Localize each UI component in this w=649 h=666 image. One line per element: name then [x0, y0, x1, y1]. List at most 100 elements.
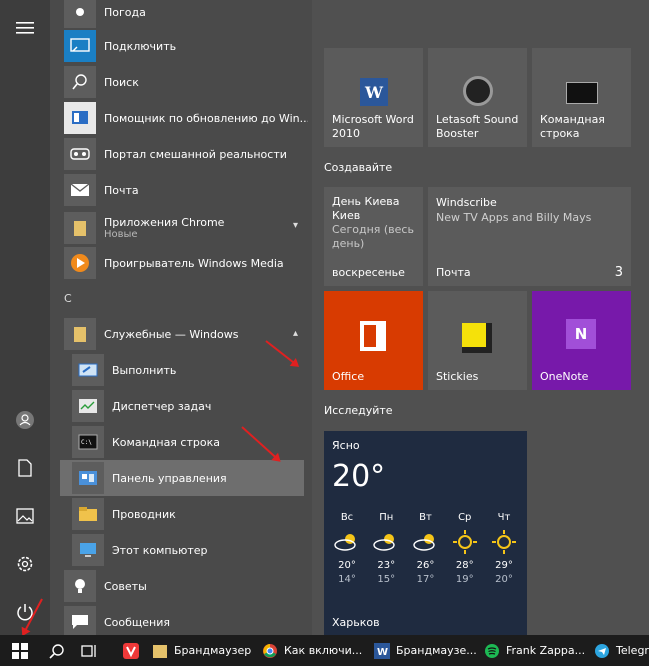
taskbar-label: Как включи... — [284, 644, 363, 657]
app-explorer[interactable]: Проводник — [72, 496, 308, 532]
settings-gear-icon[interactable] — [0, 544, 50, 584]
user-icon[interactable] — [0, 400, 50, 440]
connect-app-icon — [64, 30, 96, 62]
app-list: Погода Подключить Поиск Помощник по обно… — [50, 0, 312, 635]
partly-sunny-icon — [367, 525, 405, 559]
app-label: Проводник — [112, 507, 176, 521]
app-mail[interactable]: Почта — [64, 172, 308, 208]
app-search[interactable]: Поиск — [64, 64, 308, 100]
tile-letasoft-sound-booster[interactable]: Letasoft Sound Booster — [428, 48, 527, 147]
tile-onenote[interactable]: N OneNote — [532, 291, 631, 390]
taskbar-search-button[interactable] — [44, 635, 70, 666]
app-windows-media-player[interactable]: Проигрыватель Windows Media — [64, 245, 308, 281]
message-bubble-icon — [64, 606, 96, 635]
taskbar-label: Telegr — [616, 644, 649, 657]
forecast-high: 28° — [455, 560, 474, 571]
forecast-high: 26° — [416, 560, 435, 571]
tile-mail[interactable]: Windscribe New TV Apps and Billy Mays По… — [428, 187, 631, 286]
start-button[interactable] — [0, 635, 40, 666]
forecast-high: 23° — [377, 560, 396, 571]
app-pogoda[interactable]: Погода — [64, 0, 308, 30]
app-tips[interactable]: Советы — [64, 568, 308, 604]
search-icon — [49, 643, 64, 659]
app-mixed-reality[interactable]: Портал смешанной реальности — [64, 136, 308, 172]
tile-stickies[interactable]: Stickies — [428, 291, 527, 390]
forecast-day-name: Ср — [458, 512, 472, 523]
app-label: Сообщения — [104, 615, 171, 629]
app-label: Проигрыватель Windows Media — [104, 256, 284, 270]
search-app-icon — [64, 66, 96, 98]
tile-calendar[interactable]: День Киева Киев Сегодня (весь день) воск… — [324, 187, 423, 286]
chevron-up-icon[interactable]: ▴ — [293, 328, 298, 339]
mail-sender: Windscribe — [436, 196, 497, 209]
folder-label: Приложения Chrome — [104, 216, 225, 229]
tile-office[interactable]: Office — [324, 291, 423, 390]
mail-subject: New TV Apps and Billy Mays — [436, 211, 592, 224]
app-messages[interactable]: Сообщения — [64, 604, 308, 635]
computer-icon — [72, 534, 104, 566]
app-label: Поиск — [104, 75, 139, 89]
svg-text:W: W — [377, 647, 388, 658]
forecast-day: Ср 28° 19° — [446, 511, 484, 587]
taskbar-vivaldi[interactable] — [116, 635, 146, 666]
app-connect[interactable]: Подключить — [64, 28, 308, 64]
folder-icon — [153, 644, 167, 658]
task-view-button[interactable] — [76, 635, 102, 666]
task-manager-icon — [72, 390, 104, 422]
weather-temperature: 20° — [332, 459, 386, 494]
tile-microsoft-word[interactable]: W Microsoft Word 2010 — [324, 48, 423, 147]
app-label: Командная строка — [112, 435, 220, 449]
forecast-low: 20° — [495, 574, 513, 585]
group-header-explore[interactable]: Исследуйте — [324, 404, 393, 417]
taskbar-spotify-window[interactable]: Frank Zappa... — [484, 635, 585, 666]
forecast-low: 15° — [377, 574, 396, 585]
tile-weather[interactable]: Ясно 20° Вс 20° 14° Пн 23° 15° Вт 26° 17° Ср 28° 19… — [324, 431, 527, 635]
app-this-pc[interactable]: Этот компьютер — [72, 532, 308, 568]
tile-command-prompt[interactable]: Командная строка — [532, 48, 631, 147]
vivaldi-icon — [123, 642, 139, 659]
weather-city: Харьков — [332, 616, 380, 629]
onenote-logo-icon: N — [566, 319, 596, 349]
sticky-note-icon — [462, 323, 492, 353]
app-control-panel[interactable]: Панель управления — [60, 460, 304, 496]
tile-label: строка — [540, 127, 580, 140]
chrome-icon — [263, 643, 277, 658]
tile-label: OneNote — [540, 370, 589, 383]
taskbar-word-window[interactable]: W Брандмаузе... — [374, 635, 477, 666]
event-location: Киев — [332, 209, 361, 222]
taskbar-chrome-window[interactable]: Как включи... — [262, 635, 366, 666]
mixed-reality-icon — [64, 138, 96, 170]
app-run[interactable]: Выполнить — [72, 352, 308, 388]
weather-forecast: Вс 20° 14° Пн 23° 15° Вт 26° 17° Ср 28° 19° Чт 29° 20° — [328, 511, 523, 587]
speaker-icon — [463, 76, 493, 106]
folder-chrome-apps[interactable]: Приложения Chrome Новые ▾ — [64, 208, 308, 248]
command-prompt-icon: C:\ — [72, 426, 104, 458]
taskbar-explorer-window[interactable]: Брандмаузер — [152, 635, 252, 666]
lightbulb-icon — [64, 570, 96, 602]
chevron-down-icon[interactable]: ▾ — [293, 220, 298, 231]
folder-label: Служебные — Windows — [104, 327, 239, 341]
taskbar-label: Брандмаузер — [174, 644, 252, 657]
sun-icon — [446, 525, 484, 559]
run-dialog-icon — [72, 354, 104, 386]
task-view-icon — [81, 644, 96, 657]
letter-header-c[interactable]: С — [64, 292, 72, 305]
sun-icon — [485, 525, 523, 559]
hamburger-menu-icon[interactable] — [0, 8, 50, 48]
tile-label: Letasoft Sound — [436, 113, 519, 126]
app-label: Погода — [104, 5, 146, 19]
tiles-area: W Microsoft Word 2010 Letasoft Sound Boost… — [312, 0, 649, 635]
documents-icon[interactable] — [0, 448, 50, 488]
forecast-day: Пн 23° 15° — [367, 511, 405, 587]
weather-condition: Ясно — [332, 439, 360, 452]
group-header-create[interactable]: Создавайте — [324, 161, 392, 174]
app-update-assistant[interactable]: Помощник по обновлению до Win... — [64, 100, 308, 136]
folder-icon — [64, 212, 96, 244]
app-label: Панель управления — [112, 471, 227, 485]
taskbar-telegram-window[interactable]: Telegr — [594, 635, 649, 666]
app-label: Этот компьютер — [112, 543, 208, 557]
app-label: Советы — [104, 579, 147, 593]
pictures-icon[interactable] — [0, 496, 50, 536]
app-task-manager[interactable]: Диспетчер задач — [72, 388, 308, 424]
file-explorer-icon — [72, 498, 104, 530]
